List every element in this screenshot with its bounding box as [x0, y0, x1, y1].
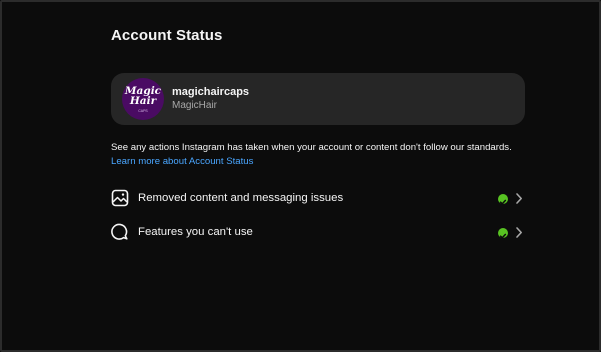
- features-cant-use-row[interactable]: Features you can't use: [111, 220, 525, 244]
- removed-content-row[interactable]: Removed content and messaging issues: [111, 186, 525, 210]
- features-cant-use-label: Features you can't use: [138, 226, 253, 238]
- avatar-logo: Magic Hair: [124, 85, 162, 107]
- account-status-description: See any actions Instagram has taken when…: [111, 141, 531, 168]
- image-icon: [111, 189, 129, 207]
- avatar: Magic Hair CAPS: [122, 78, 164, 120]
- account-card: Magic Hair CAPS magichaircaps MagicHair: [111, 73, 525, 125]
- status-ok-icon: [498, 194, 508, 205]
- learn-more-link[interactable]: Learn more about Account Status: [111, 156, 253, 167]
- account-username: magichaircaps: [172, 86, 250, 98]
- removed-content-label: Removed content and messaging issues: [138, 192, 344, 204]
- avatar-logo-sub: CAPS: [138, 109, 148, 113]
- page-title: Account Status: [111, 27, 223, 44]
- account-status-panel: Account Status Magic Hair CAPS magichair…: [0, 0, 601, 352]
- account-full-name: MagicHair: [172, 100, 218, 111]
- status-ok-icon: [498, 228, 508, 239]
- chevron-right-icon: [516, 193, 522, 204]
- chevron-right-icon: [516, 227, 522, 238]
- description-text: See any actions Instagram has taken when…: [111, 142, 512, 153]
- chat-bubble-icon: [111, 223, 128, 240]
